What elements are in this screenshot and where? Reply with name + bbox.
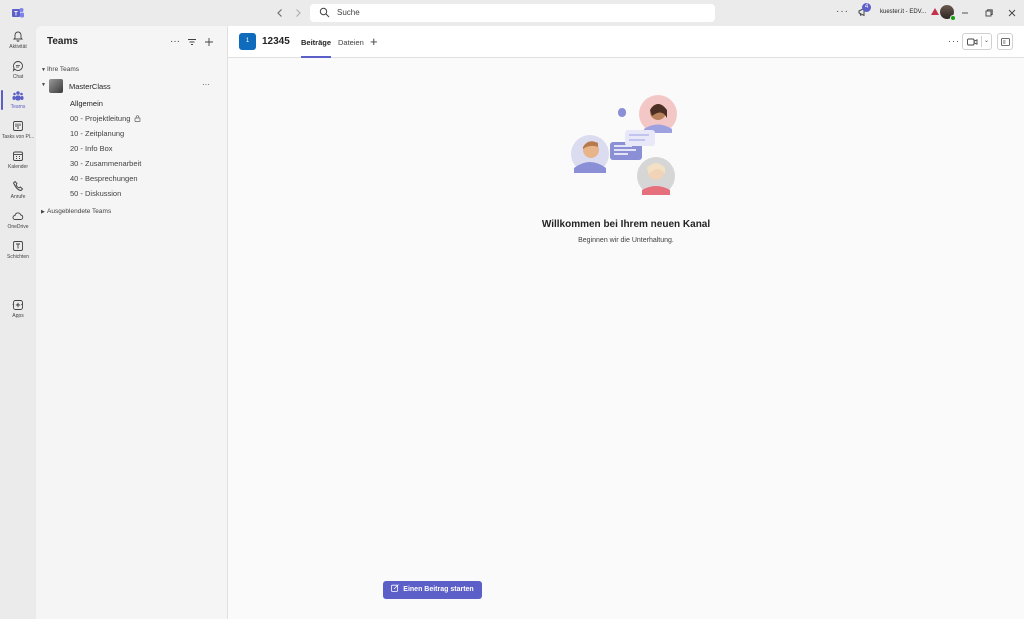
lock-icon bbox=[135, 115, 141, 122]
close-button[interactable] bbox=[1005, 6, 1019, 20]
restore-icon bbox=[985, 9, 993, 17]
add-tab-button[interactable]: + bbox=[370, 34, 378, 49]
rail-label: Teams bbox=[10, 104, 26, 110]
caret-down-icon: ▼ bbox=[41, 82, 46, 88]
rail-label: Kalender bbox=[7, 164, 28, 170]
rail-item-calls[interactable]: Anrufe bbox=[0, 180, 36, 208]
teams-icon bbox=[12, 91, 24, 101]
settings-more-button[interactable]: ··· bbox=[836, 6, 849, 17]
welcome-subtitle: Beginnen wir die Unterhaltung. bbox=[578, 237, 674, 244]
chevron-right-icon bbox=[296, 9, 301, 17]
channel-main: 1 12345 Beiträge Dateien + ··· ⌄ Willkom… bbox=[228, 26, 1024, 619]
divider bbox=[981, 36, 982, 47]
rail-label: Chat bbox=[12, 74, 24, 80]
welcome-title: Willkommen bei Ihrem neuen Kanal bbox=[541, 219, 711, 230]
search-placeholder: Suche bbox=[337, 8, 360, 17]
channel-item[interactable]: 50 - Diskussion bbox=[70, 189, 121, 198]
rail-item-shifts[interactable]: Schichten bbox=[0, 240, 36, 268]
forward-button[interactable] bbox=[291, 6, 305, 20]
team-avatar bbox=[49, 79, 63, 93]
pane-title: Teams bbox=[47, 36, 78, 47]
chevron-down-icon[interactable]: ⌄ bbox=[984, 37, 989, 44]
rail-label: Apps bbox=[12, 313, 24, 319]
section-hidden-teams[interactable]: ▶ Ausgeblendete Teams bbox=[41, 208, 111, 215]
close-icon bbox=[1008, 9, 1016, 17]
start-post-label: Einen Beitrag starten bbox=[403, 586, 474, 593]
calendar-icon bbox=[13, 151, 23, 161]
tasks-icon bbox=[13, 121, 23, 131]
presence-available-icon bbox=[950, 15, 956, 21]
user-avatar[interactable] bbox=[940, 5, 956, 21]
rail-label: Anrufe bbox=[10, 194, 26, 200]
start-post-button[interactable]: Einen Beitrag starten bbox=[383, 581, 482, 599]
tab-files[interactable]: Dateien bbox=[338, 38, 364, 58]
team-more-button[interactable]: ··· bbox=[202, 80, 210, 89]
rail-item-chat[interactable]: Chat bbox=[0, 60, 36, 88]
filter-button[interactable] bbox=[186, 36, 198, 48]
rail-item-activity[interactable]: Aktivität bbox=[0, 30, 36, 58]
minimize-icon bbox=[962, 12, 968, 14]
chat-icon bbox=[12, 61, 23, 72]
meet-now-button[interactable]: ⌄ bbox=[962, 33, 992, 50]
section-your-teams[interactable]: ▼Ihre Teams bbox=[41, 66, 79, 73]
app-rail: Aktivität Chat Teams Tasks von Pl... Kal… bbox=[0, 26, 36, 619]
panel-icon bbox=[1001, 38, 1010, 46]
phone-icon bbox=[12, 180, 24, 191]
teams-list-pane: Teams ··· ▼Ihre Teams ▼ MasterClass ··· … bbox=[36, 26, 228, 619]
compose-icon bbox=[391, 584, 400, 592]
channel-item[interactable]: 40 - Besprechungen bbox=[70, 174, 138, 183]
svg-text:T: T bbox=[14, 12, 18, 18]
search-icon bbox=[319, 7, 330, 18]
section-label: Ihre Teams bbox=[47, 66, 80, 73]
teams-more-button[interactable]: ··· bbox=[169, 36, 181, 48]
notification-badge: 4 bbox=[862, 3, 871, 12]
team-row-masterclass[interactable]: ▼ MasterClass ··· bbox=[41, 79, 221, 93]
tenant-name[interactable]: kuester.it - EDV... bbox=[880, 9, 926, 15]
channel-header: 1 12345 Beiträge Dateien + ··· ⌄ bbox=[228, 26, 1024, 58]
section-label: Ausgeblendete Teams bbox=[47, 208, 112, 215]
chevron-left-icon bbox=[277, 9, 282, 17]
channel-item[interactable]: 10 - Zeitplanung bbox=[70, 129, 124, 138]
notifications-button[interactable]: 4 bbox=[857, 3, 871, 20]
channel-info-button[interactable] bbox=[997, 33, 1013, 50]
channel-item-projektleitung[interactable]: 00 - Projektleitung bbox=[70, 114, 141, 123]
cloud-icon bbox=[12, 212, 24, 220]
rail-label: Tasks von Pl... bbox=[1, 134, 35, 140]
channel-item[interactable]: Allgemein bbox=[70, 99, 103, 108]
video-camera-icon bbox=[967, 38, 978, 46]
rail-item-onedrive[interactable]: OneDrive bbox=[0, 210, 36, 238]
rail-item-apps[interactable]: Apps bbox=[0, 299, 36, 327]
back-button[interactable] bbox=[273, 6, 287, 20]
warning-icon bbox=[931, 8, 939, 15]
teams-logo-icon: T bbox=[12, 7, 24, 19]
rail-label: Aktivität bbox=[9, 44, 27, 50]
channel-more-button[interactable]: ··· bbox=[948, 36, 960, 46]
restore-button[interactable] bbox=[982, 6, 996, 20]
welcome-illustration bbox=[571, 95, 677, 195]
rail-label: OneDrive bbox=[7, 224, 29, 230]
bell-icon bbox=[12, 31, 24, 42]
channel-title: 12345 bbox=[262, 36, 290, 47]
tab-posts[interactable]: Beiträge bbox=[301, 38, 332, 58]
rail-item-tasks[interactable]: Tasks von Pl... bbox=[0, 120, 36, 148]
title-bar: T Suche ··· 4 kuester.it - EDV... bbox=[0, 0, 1024, 26]
channel-item[interactable]: 20 - Info Box bbox=[70, 144, 113, 153]
minimize-button[interactable] bbox=[958, 6, 972, 20]
team-name: MasterClass bbox=[69, 82, 111, 91]
plus-icon bbox=[205, 38, 213, 46]
rail-label: Schichten bbox=[7, 254, 29, 260]
shifts-icon bbox=[13, 241, 23, 251]
channel-label: 00 - Projektleitung bbox=[70, 114, 131, 123]
channel-item[interactable]: 30 - Zusammenarbeit bbox=[70, 159, 141, 168]
filter-icon bbox=[188, 39, 196, 45]
rail-item-teams[interactable]: Teams bbox=[0, 90, 36, 118]
add-team-button[interactable] bbox=[203, 36, 215, 48]
plus-square-icon bbox=[13, 300, 23, 310]
rail-item-calendar[interactable]: Kalender bbox=[0, 150, 36, 178]
search-input[interactable]: Suche bbox=[310, 4, 715, 22]
channel-avatar: 1 bbox=[239, 33, 256, 50]
